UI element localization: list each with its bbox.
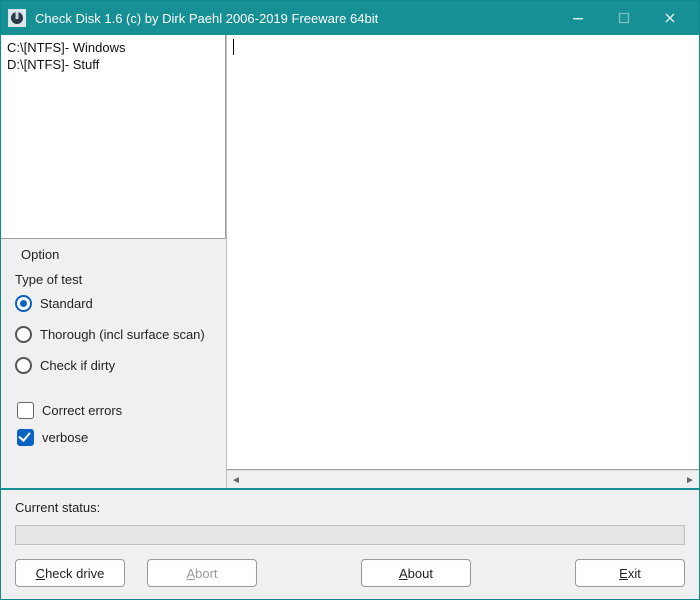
options-panel: Option Type of test Standard Thorough (i… — [1, 239, 226, 488]
app-icon — [7, 8, 27, 28]
horizontal-scrollbar[interactable]: ◄ ► — [227, 470, 699, 488]
group-legend: Type of test — [15, 272, 212, 287]
window-title: Check Disk 1.6 (c) by Dirk Paehl 2006-20… — [35, 11, 378, 26]
close-button[interactable] — [647, 1, 693, 35]
radio-thorough[interactable]: Thorough (incl surface scan) — [15, 326, 212, 343]
radio-label: Check if dirty — [40, 358, 115, 373]
check-drive-button[interactable]: Check drive — [15, 559, 125, 587]
drive-item[interactable]: C:\[NTFS]- Windows — [7, 39, 219, 56]
text-caret-icon — [233, 39, 234, 55]
app-window: Check Disk 1.6 (c) by Dirk Paehl 2006-20… — [0, 0, 700, 600]
radio-label: Standard — [40, 296, 93, 311]
check-correct-errors[interactable]: Correct errors — [17, 402, 216, 419]
options-heading: Option — [21, 247, 216, 262]
radio-label: Thorough (incl surface scan) — [40, 327, 205, 342]
checkbox-icon — [17, 429, 34, 446]
maximize-button[interactable] — [601, 1, 647, 35]
about-button[interactable]: About — [361, 559, 471, 587]
status-area: Current status: Check drive Abort About … — [1, 490, 699, 599]
button-row: Check drive Abort About Exit — [15, 559, 685, 587]
drive-list[interactable]: C:\[NTFS]- Windows D:\[NTFS]- Stuff — [1, 35, 226, 239]
check-verbose[interactable]: verbose — [17, 429, 216, 446]
drive-item[interactable]: D:\[NTFS]- Stuff — [7, 56, 219, 73]
radio-icon — [15, 326, 32, 343]
radio-icon — [15, 357, 32, 374]
radio-icon — [15, 295, 32, 312]
client-area: C:\[NTFS]- Windows D:\[NTFS]- Stuff Opti… — [1, 35, 699, 599]
radio-standard[interactable]: Standard — [15, 295, 212, 312]
scroll-right-icon[interactable]: ► — [681, 471, 699, 489]
output-panel: ◄ ► — [227, 35, 699, 488]
scroll-left-icon[interactable]: ◄ — [227, 471, 245, 489]
abort-button[interactable]: Abort — [147, 559, 257, 587]
upper-panels: C:\[NTFS]- Windows D:\[NTFS]- Stuff Opti… — [1, 35, 699, 490]
title-bar[interactable]: Check Disk 1.6 (c) by Dirk Paehl 2006-20… — [1, 1, 699, 35]
checkbox-label: Correct errors — [42, 403, 122, 418]
left-column: C:\[NTFS]- Windows D:\[NTFS]- Stuff Opti… — [1, 35, 227, 488]
checkbox-group: Correct errors verbose — [11, 402, 216, 446]
status-field — [15, 525, 685, 545]
checkbox-label: verbose — [42, 430, 88, 445]
output-textarea[interactable] — [227, 35, 699, 470]
radio-check-dirty[interactable]: Check if dirty — [15, 357, 212, 374]
exit-button[interactable]: Exit — [575, 559, 685, 587]
status-label: Current status: — [15, 500, 685, 515]
test-type-group: Type of test Standard Thorough (incl sur… — [11, 262, 216, 394]
checkbox-icon — [17, 402, 34, 419]
minimize-button[interactable] — [555, 1, 601, 35]
